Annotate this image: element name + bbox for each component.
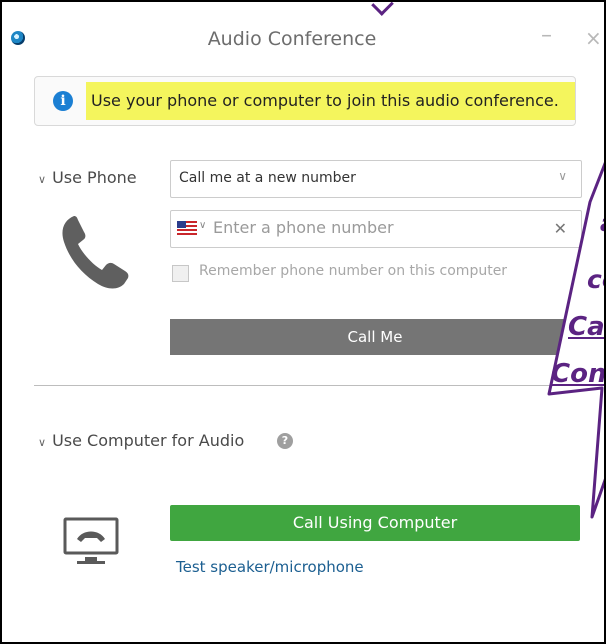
call-using-computer-button[interactable]: Call Using Computer [170, 505, 580, 541]
use-phone-label: Use Phone [52, 168, 137, 187]
use-computer-toggle[interactable]: ∨ Use Computer for Audio [38, 431, 244, 450]
call-me-button[interactable]: Call Me [170, 319, 580, 355]
call-option-select[interactable]: Call me at a new number ∨ [170, 160, 582, 198]
minimize-button[interactable]: – [541, 23, 552, 48]
country-dropdown-icon[interactable]: ∨ [199, 220, 206, 231]
remember-number-checkbox[interactable] [172, 265, 189, 282]
phone-number-field[interactable]: ∨ Enter a phone number ✕ [170, 210, 582, 248]
test-speaker-microphone-link[interactable]: Test speaker/microphone [176, 558, 364, 576]
chevron-down-icon: ∨ [38, 173, 47, 186]
section-divider [34, 385, 604, 386]
remember-number-label: Remember phone number on this computer [199, 263, 508, 279]
annotation-arrow-tip [371, 2, 394, 16]
audio-conference-window: Audio Conference – × i Use your phone or… [0, 0, 606, 644]
question-help-icon[interactable]: ? [277, 433, 293, 449]
info-banner: i Use your phone or computer to join thi… [34, 76, 576, 126]
us-flag-icon[interactable] [177, 221, 197, 235]
handset-phone-icon [62, 216, 129, 289]
window-title: Audio Conference [207, 28, 377, 50]
call-option-value: Call me at a new number [179, 170, 356, 186]
callout-line-2: co [587, 265, 604, 294]
callout-line-1: a [600, 211, 604, 237]
phone-number-placeholder: Enter a phone number [213, 218, 394, 237]
clear-icon[interactable]: ✕ [554, 219, 567, 238]
chevron-down-icon: ∨ [38, 436, 47, 449]
info-icon: i [53, 91, 73, 111]
chevron-down-icon: ∨ [558, 169, 567, 183]
use-computer-label: Use Computer for Audio [52, 431, 245, 450]
use-phone-toggle[interactable]: ∨ Use Phone [38, 168, 137, 187]
info-text: Use your phone or computer to join this … [91, 91, 559, 110]
close-button[interactable]: × [585, 26, 602, 50]
callout-line-4: Con [551, 359, 606, 389]
monitor-phone-icon [63, 517, 119, 564]
title-bar: Audio Conference – × [2, 20, 604, 60]
callout-line-3: Ca [568, 312, 605, 342]
